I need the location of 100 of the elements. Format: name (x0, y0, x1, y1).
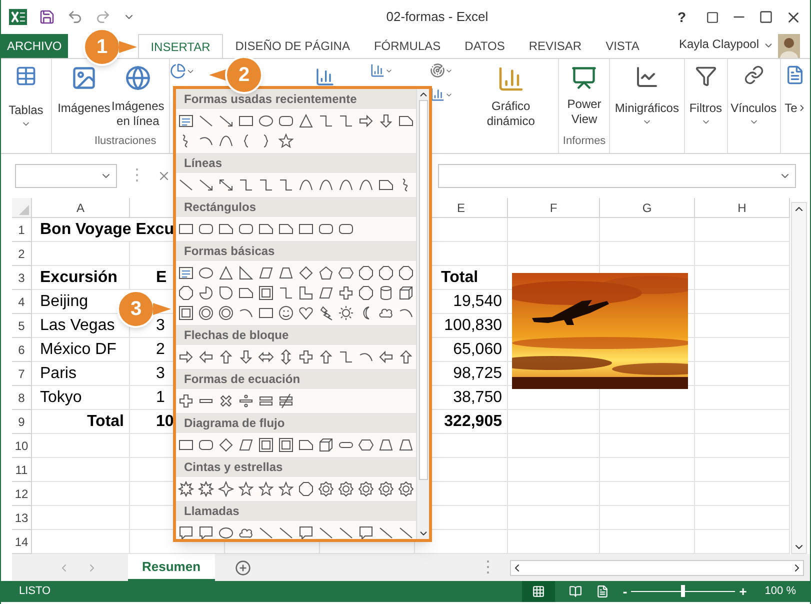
shape-icon[interactable] (258, 177, 274, 193)
shape-icon[interactable] (338, 481, 354, 497)
shape-icon[interactable] (218, 525, 234, 539)
column-header[interactable]: H (734, 198, 750, 217)
shape-icon[interactable] (238, 481, 254, 497)
shape-icon[interactable] (298, 221, 314, 237)
shape-icon[interactable] (338, 113, 354, 129)
shape-icon[interactable] (218, 437, 234, 453)
shape-icon[interactable] (238, 265, 254, 281)
ribbon-tab[interactable]: INSERTAR (138, 34, 224, 58)
shape-icon[interactable] (318, 221, 334, 237)
shape-icon[interactable] (218, 305, 234, 321)
shape-icon[interactable] (238, 221, 254, 237)
shape-icon[interactable] (278, 113, 294, 129)
row-header[interactable]: 8 (12, 386, 32, 410)
shape-icon[interactable] (258, 437, 274, 453)
add-sheet-icon[interactable] (234, 560, 251, 576)
undo-icon[interactable] (67, 9, 83, 25)
shape-icon[interactable] (178, 437, 194, 453)
maximize-icon[interactable] (759, 10, 773, 24)
shape-icon[interactable] (238, 349, 254, 365)
shape-icon[interactable] (338, 305, 354, 321)
shape-icon[interactable] (298, 305, 314, 321)
shape-icon[interactable] (398, 113, 414, 129)
shape-icon[interactable] (398, 265, 414, 281)
shape-icon[interactable] (238, 113, 254, 129)
shape-icon[interactable] (178, 265, 194, 281)
zoom-in-button[interactable]: + (739, 582, 747, 602)
shape-icon[interactable] (258, 221, 274, 237)
grid-icon[interactable] (532, 585, 545, 598)
shape-icon[interactable] (218, 481, 234, 497)
shape-icon[interactable] (298, 525, 314, 539)
shape-icon[interactable] (178, 177, 194, 193)
shape-icon[interactable] (398, 437, 414, 453)
shape-icon[interactable] (298, 285, 314, 301)
row-header[interactable]: 6 (12, 338, 32, 362)
column-header[interactable]: F (546, 198, 562, 217)
shape-icon[interactable] (298, 265, 314, 281)
shape-icon[interactable] (338, 285, 354, 301)
shape-icon[interactable] (198, 221, 214, 237)
links-button[interactable]: Vínculos (730, 99, 777, 117)
shape-icon[interactable] (218, 265, 234, 281)
shape-icon[interactable] (298, 437, 314, 453)
row-header[interactable]: 2 (12, 242, 32, 266)
row-header[interactable]: 13 (12, 506, 32, 530)
shape-icon[interactable] (278, 221, 294, 237)
row-header[interactable]: 9 (12, 410, 32, 434)
column-header[interactable]: A (72, 198, 88, 217)
shape-icon[interactable] (198, 349, 214, 365)
zoom-slider-thumb[interactable] (681, 585, 686, 597)
shape-icon[interactable] (178, 305, 194, 321)
shape-icon[interactable] (358, 437, 374, 453)
shape-icon[interactable] (338, 349, 354, 365)
shape-icon[interactable] (218, 393, 234, 409)
shape-icon[interactable] (178, 221, 194, 237)
row-header[interactable]: 10 (12, 434, 32, 458)
shape-icon[interactable] (378, 265, 394, 281)
shape-icon[interactable] (198, 265, 214, 281)
shape-icon[interactable] (318, 525, 334, 539)
shape-icon[interactable] (398, 481, 414, 497)
shape-icon[interactable] (378, 113, 394, 129)
column-header[interactable]: E (452, 198, 469, 217)
shape-icon[interactable] (378, 285, 394, 301)
shape-icon[interactable] (198, 113, 214, 129)
row-header[interactable]: 3 (12, 266, 32, 290)
shape-icon[interactable] (318, 265, 334, 281)
user-name[interactable]: Kayla Claypool (678, 35, 759, 53)
shape-icon[interactable] (278, 437, 294, 453)
shape-icon[interactable] (218, 349, 234, 365)
shape-icon[interactable] (178, 525, 194, 539)
shape-icon[interactable] (298, 349, 314, 365)
normal-view-button[interactable] (522, 581, 555, 602)
shape-icon[interactable] (278, 393, 294, 409)
shape-icon[interactable] (358, 481, 374, 497)
row-header[interactable]: 11 (12, 458, 32, 482)
shape-icon[interactable] (358, 113, 374, 129)
shape-icon[interactable] (358, 525, 374, 539)
shape-icon[interactable] (218, 113, 234, 129)
online-pictures-button[interactable]: Imágenes en línea (110, 99, 165, 129)
shape-icon[interactable] (398, 525, 414, 539)
shape-icon[interactable] (358, 285, 374, 301)
page-break-icon[interactable] (596, 585, 609, 598)
row-header[interactable]: 4 (12, 290, 32, 314)
shape-icon[interactable] (178, 285, 194, 301)
shape-icon[interactable] (318, 285, 334, 301)
shape-icon[interactable] (178, 113, 194, 129)
shape-icon[interactable] (318, 305, 334, 321)
shape-icon[interactable] (298, 113, 314, 129)
sparklines-button[interactable]: Minigráficos (614, 99, 679, 117)
shape-icon[interactable] (198, 525, 214, 539)
ribbon-tab[interactable]: VISTA (594, 34, 652, 58)
shape-icon[interactable] (238, 285, 254, 301)
shape-icon[interactable] (398, 349, 414, 365)
shape-icon[interactable] (218, 285, 234, 301)
shape-icon[interactable] (218, 177, 234, 193)
shape-icon[interactable] (218, 221, 234, 237)
text-button[interactable]: Te (784, 99, 798, 117)
shape-icon[interactable] (238, 393, 254, 409)
row-header[interactable]: 1 (12, 218, 32, 242)
shape-icon[interactable] (258, 305, 274, 321)
